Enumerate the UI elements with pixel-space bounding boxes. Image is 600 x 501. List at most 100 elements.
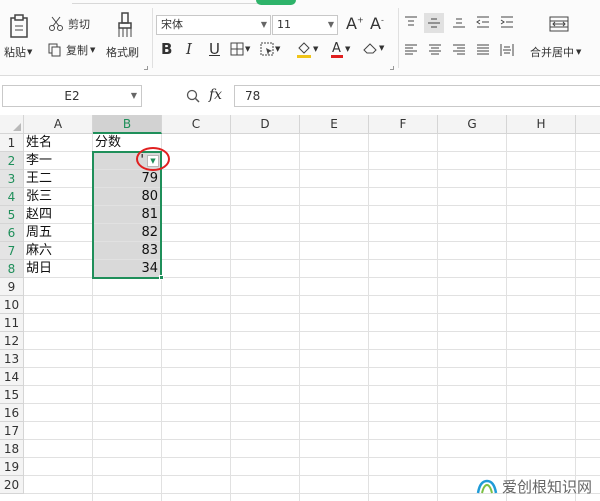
- row-header-5[interactable]: 5: [0, 206, 24, 224]
- cell-a1[interactable]: 姓名: [26, 134, 91, 152]
- row-header-19[interactable]: 19: [0, 458, 24, 476]
- row-header-4[interactable]: 4: [0, 188, 24, 206]
- cell-a3[interactable]: 王二: [26, 170, 91, 188]
- cell-a8[interactable]: 胡日: [26, 260, 91, 278]
- row-header-2[interactable]: 2: [0, 152, 24, 170]
- merge-center-icon[interactable]: [548, 14, 570, 34]
- row-header-9[interactable]: 9: [0, 278, 24, 296]
- dialog-launcher-icon[interactable]: [390, 66, 394, 70]
- column-header-a[interactable]: A: [24, 115, 93, 134]
- row-header-10[interactable]: 10: [0, 296, 24, 314]
- cell-reference: E2: [64, 89, 80, 103]
- cut-label: 剪切: [68, 18, 90, 31]
- select-all-corner[interactable]: [0, 115, 24, 134]
- increase-indent-button[interactable]: [500, 16, 514, 28]
- align-middle-icon: [427, 17, 441, 29]
- align-bottom-button[interactable]: [452, 16, 466, 28]
- paste-icon[interactable]: [8, 14, 30, 38]
- merge-center-button[interactable]: 合并居中 ▼: [530, 44, 581, 60]
- borders-button[interactable]: ▼: [230, 42, 250, 56]
- increase-font-size-button[interactable]: A+: [346, 14, 364, 33]
- align-top-button[interactable]: [404, 16, 418, 28]
- align-bottom-icon: [452, 16, 466, 28]
- chevron-down-icon: ▼: [379, 44, 385, 52]
- row-header-20[interactable]: 20: [0, 476, 24, 494]
- decrease-indent-button[interactable]: [476, 16, 490, 28]
- cell-a5[interactable]: 赵四: [26, 206, 91, 224]
- grid-row-line: [24, 349, 600, 350]
- column-header-e[interactable]: E: [300, 115, 369, 134]
- grid-column-line: [506, 134, 507, 501]
- align-center-button[interactable]: [428, 44, 442, 56]
- align-middle-button[interactable]: [424, 13, 444, 33]
- fill-handle[interactable]: [159, 275, 164, 280]
- paste-button[interactable]: 粘贴 ▼: [4, 44, 32, 60]
- cell-a6[interactable]: 周五: [26, 224, 91, 242]
- row-header-15[interactable]: 15: [0, 386, 24, 404]
- row-header-8[interactable]: 8: [0, 260, 24, 278]
- select-all-icon: [13, 123, 21, 131]
- column-header-f[interactable]: F: [369, 115, 438, 134]
- column-header-c[interactable]: C: [162, 115, 231, 134]
- bold-button[interactable]: B: [161, 40, 172, 58]
- column-header-h[interactable]: H: [507, 115, 576, 134]
- font-color-button[interactable]: A ▼: [330, 40, 350, 58]
- row-header-11[interactable]: 11: [0, 314, 24, 332]
- decrease-font-size-button[interactable]: A-: [370, 14, 384, 33]
- cell-a2[interactable]: 李一: [26, 152, 91, 170]
- zoom-icon[interactable]: [186, 89, 200, 103]
- fill-color-button[interactable]: ▼: [296, 40, 318, 58]
- cut-button[interactable]: 剪切: [48, 16, 90, 32]
- spreadsheet-grid[interactable]: A B C D E F G H 1 2 3 4 5 6 7 8 9 10 11 12 13 14 15 16 17 18 19 20 姓…: [0, 115, 600, 501]
- italic-button[interactable]: I: [186, 40, 192, 58]
- formula-input[interactable]: 78: [234, 85, 600, 107]
- format-painter-button[interactable]: 格式刷: [106, 44, 139, 60]
- ribbon-toolbar: 粘贴 ▼ 剪切 复制 ▼ 格式刷 宋体 ▼ 11 ▼ A+ A- B I U ▼ ▼ ▼…: [0, 0, 600, 76]
- row-header-1[interactable]: 1: [0, 134, 24, 152]
- watermark-text: 爱创根知识网: [501, 478, 592, 496]
- font-size-select[interactable]: 11 ▼: [272, 15, 338, 35]
- watermark: 爱创根知识网: [476, 476, 592, 497]
- paint-bucket-icon: [296, 40, 312, 58]
- row-header-6[interactable]: 6: [0, 224, 24, 242]
- ribbon-divider: [152, 8, 153, 68]
- font-name-select[interactable]: 宋体 ▼: [156, 15, 271, 35]
- align-left-button[interactable]: [404, 44, 418, 56]
- row-header-16[interactable]: 16: [0, 404, 24, 422]
- format-painter-icon[interactable]: [114, 12, 136, 38]
- name-box[interactable]: E2 ▼: [2, 85, 142, 107]
- grid-row-line: [24, 385, 600, 386]
- copy-button[interactable]: 复制 ▼: [48, 42, 95, 58]
- cell-style-button[interactable]: ▼: [260, 42, 280, 56]
- row-header-3[interactable]: 3: [0, 170, 24, 188]
- align-center-icon: [428, 44, 442, 56]
- justify-button[interactable]: [476, 44, 490, 56]
- insert-function-button[interactable]: fx: [209, 87, 222, 103]
- paste-label: 粘贴: [4, 46, 26, 59]
- column-header-d[interactable]: D: [231, 115, 300, 134]
- clear-button[interactable]: ▼: [362, 41, 384, 55]
- grid-row-line: [24, 403, 600, 404]
- column-header-b[interactable]: B: [93, 115, 162, 134]
- align-top-icon: [404, 16, 418, 28]
- dialog-launcher-icon[interactable]: [144, 66, 148, 70]
- grid-column-line: [299, 134, 300, 501]
- annotation-circle: [136, 147, 170, 171]
- row-header-12[interactable]: 12: [0, 332, 24, 350]
- ribbon-divider: [398, 8, 399, 68]
- row-header-7[interactable]: 7: [0, 242, 24, 260]
- row-header-18[interactable]: 18: [0, 440, 24, 458]
- column-header-filler: [576, 115, 600, 134]
- underline-button[interactable]: U: [209, 40, 220, 58]
- row-header-13[interactable]: 13: [0, 350, 24, 368]
- cell-a7[interactable]: 麻六: [26, 242, 91, 260]
- active-tab-indicator: [256, 0, 296, 5]
- grid-column-line: [437, 134, 438, 501]
- row-header-14[interactable]: 14: [0, 368, 24, 386]
- row-header-17[interactable]: 17: [0, 422, 24, 440]
- distributed-align-button[interactable]: [500, 44, 514, 56]
- align-right-button[interactable]: [452, 44, 466, 56]
- scissors-icon: [48, 16, 64, 32]
- cell-a4[interactable]: 张三: [26, 188, 91, 206]
- column-header-g[interactable]: G: [438, 115, 507, 134]
